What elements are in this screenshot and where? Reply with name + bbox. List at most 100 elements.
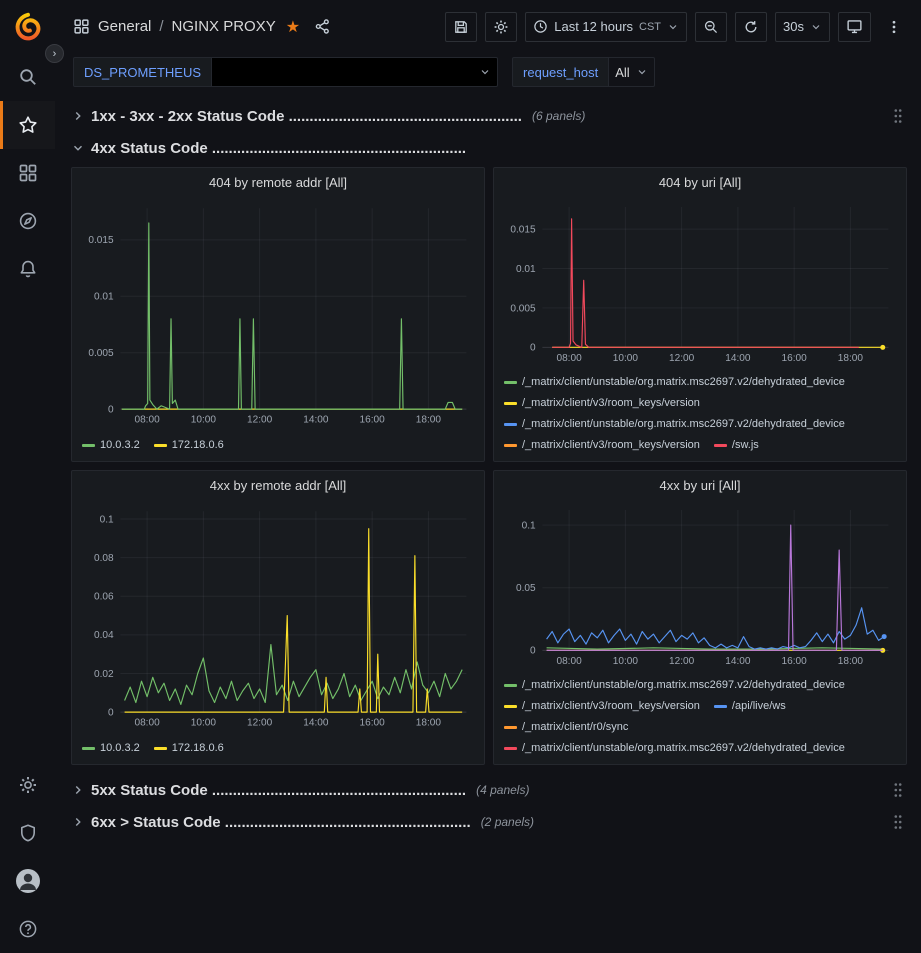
svg-text:18:00: 18:00 bbox=[838, 353, 864, 364]
toolbar: Last 12 hours CST bbox=[445, 12, 909, 42]
request-host-select[interactable]: All bbox=[609, 57, 654, 87]
sidebar-item-configuration[interactable] bbox=[0, 761, 55, 809]
sidebar-item-dashboards[interactable] bbox=[0, 149, 55, 197]
legend-item[interactable]: /sw.js bbox=[714, 438, 759, 453]
row-4xx[interactable]: 4xx Status Code ........................… bbox=[71, 133, 907, 163]
time-range-label: Last 12 hours bbox=[554, 19, 633, 34]
sidebar-item-explore[interactable] bbox=[0, 197, 55, 245]
svg-text:12:00: 12:00 bbox=[669, 353, 695, 364]
row-title: 4xx Status Code ........................… bbox=[91, 140, 466, 157]
sidebar-item-server-admin[interactable] bbox=[0, 809, 55, 857]
legend-item[interactable]: /_matrix/client/unstable/org.matrix.msc2… bbox=[504, 741, 845, 756]
legend-label: /_matrix/client/unstable/org.matrix.msc2… bbox=[522, 375, 845, 390]
legend-item[interactable]: 10.0.3.2 bbox=[82, 741, 140, 756]
legend-label: /_matrix/client/unstable/org.matrix.msc2… bbox=[522, 417, 845, 432]
legend-swatch bbox=[504, 423, 517, 426]
row-5xx[interactable]: 5xx Status Code ........................… bbox=[71, 775, 907, 805]
panel-title[interactable]: 404 by uri [All] bbox=[494, 168, 906, 196]
breadcrumb-title[interactable]: NGINX PROXY bbox=[172, 18, 276, 35]
sidebar-item-help[interactable] bbox=[0, 905, 55, 953]
breadcrumb-section[interactable]: General bbox=[98, 18, 151, 35]
request-host-variable-label: request_host bbox=[512, 57, 609, 87]
legend-item[interactable]: /_matrix/client/unstable/org.matrix.msc2… bbox=[504, 678, 845, 693]
row-6xx[interactable]: 6xx > Status Code ......................… bbox=[71, 807, 907, 837]
request-host-value: All bbox=[615, 65, 629, 80]
legend-item[interactable]: 10.0.3.2 bbox=[82, 438, 140, 453]
dashboards-icon bbox=[18, 163, 38, 183]
svg-text:12:00: 12:00 bbox=[247, 718, 273, 729]
legend-label: /_matrix/client/unstable/org.matrix.msc2… bbox=[522, 741, 845, 756]
row-panel-count: (2 panels) bbox=[481, 815, 534, 829]
chevron-right-icon bbox=[71, 783, 85, 797]
refresh-dashboard-button[interactable] bbox=[735, 12, 767, 42]
svg-text:16:00: 16:00 bbox=[360, 415, 386, 426]
time-series-chart: 00.0050.010.01508:0010:0012:0014:0016:00… bbox=[494, 196, 906, 373]
breadcrumb: General / NGINX PROXY ★ bbox=[73, 17, 331, 37]
grafana-logo[interactable] bbox=[0, 0, 55, 53]
legend-label: /sw.js bbox=[732, 438, 759, 453]
panel-title[interactable]: 404 by remote addr [All] bbox=[72, 168, 484, 196]
svg-text:16:00: 16:00 bbox=[782, 353, 808, 364]
svg-text:14:00: 14:00 bbox=[303, 415, 329, 426]
gear-icon bbox=[18, 775, 38, 795]
main-area: General / NGINX PROXY ★ bbox=[55, 0, 921, 953]
expand-sidebar-button[interactable]: › bbox=[45, 44, 64, 63]
legend-swatch bbox=[504, 402, 517, 405]
sidebar-item-profile[interactable] bbox=[0, 857, 55, 905]
legend-item[interactable]: /_matrix/client/unstable/org.matrix.msc2… bbox=[504, 375, 845, 390]
legend-item[interactable]: 172.18.0.6 bbox=[154, 741, 224, 756]
panel-title[interactable]: 4xx by uri [All] bbox=[494, 471, 906, 499]
dashboard-settings-button[interactable] bbox=[485, 12, 517, 42]
chart-svg: 00.0050.010.01508:0010:0012:0014:0016:00… bbox=[502, 196, 898, 368]
legend-swatch bbox=[504, 444, 517, 447]
panel-404-by-remote-addr: 404 by remote addr [All] 00.0050.010.015… bbox=[71, 167, 485, 462]
panel-title[interactable]: 4xx by remote addr [All] bbox=[72, 471, 484, 499]
datasource-variable-label: DS_PROMETHEUS bbox=[73, 57, 212, 87]
favorite-star-icon[interactable]: ★ bbox=[286, 17, 300, 37]
legend-label: 172.18.0.6 bbox=[172, 741, 224, 756]
legend-swatch bbox=[504, 747, 517, 750]
legend-swatch bbox=[154, 747, 167, 750]
time-range-picker[interactable]: Last 12 hours CST bbox=[525, 12, 687, 42]
row-title: 5xx Status Code ........................… bbox=[91, 782, 466, 799]
sidebar-item-alerting[interactable] bbox=[0, 245, 55, 293]
chart-svg: 00.0050.010.01508:0010:0012:0014:0016:00… bbox=[80, 196, 476, 431]
svg-text:14:00: 14:00 bbox=[725, 656, 751, 667]
legend-item[interactable]: /api/live/ws bbox=[714, 699, 786, 714]
row-drag-handle[interactable] bbox=[889, 106, 907, 126]
save-dashboard-button[interactable] bbox=[445, 12, 477, 42]
refresh-interval-picker[interactable]: 30s bbox=[775, 12, 830, 42]
row-1xx-3xx-2xx[interactable]: 1xx - 3xx - 2xx Status Code ............… bbox=[71, 101, 907, 131]
chevron-right-icon bbox=[71, 109, 85, 123]
svg-text:10:00: 10:00 bbox=[191, 415, 217, 426]
svg-text:0.1: 0.1 bbox=[100, 514, 114, 525]
legend-item[interactable]: /_matrix/client/v3/room_keys/version bbox=[504, 699, 700, 714]
tv-mode-button[interactable] bbox=[838, 12, 871, 42]
legend-label: 172.18.0.6 bbox=[172, 438, 224, 453]
svg-text:0.08: 0.08 bbox=[94, 553, 114, 564]
refresh-icon bbox=[743, 19, 759, 35]
legend-item[interactable]: /_matrix/client/v3/room_keys/version bbox=[504, 396, 700, 411]
svg-text:0.04: 0.04 bbox=[94, 630, 114, 641]
legend-item[interactable]: /_matrix/client/r0/sync bbox=[504, 720, 628, 735]
sidebar-item-search[interactable] bbox=[0, 53, 55, 101]
legend-item[interactable]: /_matrix/client/v3/room_keys/version bbox=[504, 438, 700, 453]
svg-text:0.02: 0.02 bbox=[94, 669, 114, 680]
row-drag-handle[interactable] bbox=[889, 780, 907, 800]
row-drag-handle[interactable] bbox=[889, 812, 907, 832]
zoom-out-icon bbox=[703, 19, 719, 35]
svg-text:10:00: 10:00 bbox=[613, 656, 639, 667]
svg-text:18:00: 18:00 bbox=[416, 718, 442, 729]
sidebar-item-starred[interactable] bbox=[0, 101, 55, 149]
share-icon[interactable] bbox=[314, 18, 331, 35]
more-options-button[interactable] bbox=[879, 12, 909, 42]
svg-text:10:00: 10:00 bbox=[613, 353, 639, 364]
legend-item[interactable]: 172.18.0.6 bbox=[154, 438, 224, 453]
datasource-select[interactable] bbox=[212, 57, 498, 87]
compass-icon bbox=[18, 211, 38, 231]
apps-icon bbox=[73, 18, 90, 35]
chevron-down-icon bbox=[479, 66, 491, 78]
zoom-out-time-button[interactable] bbox=[695, 12, 727, 42]
svg-text:0: 0 bbox=[108, 405, 114, 416]
legend-item[interactable]: /_matrix/client/unstable/org.matrix.msc2… bbox=[504, 417, 845, 432]
